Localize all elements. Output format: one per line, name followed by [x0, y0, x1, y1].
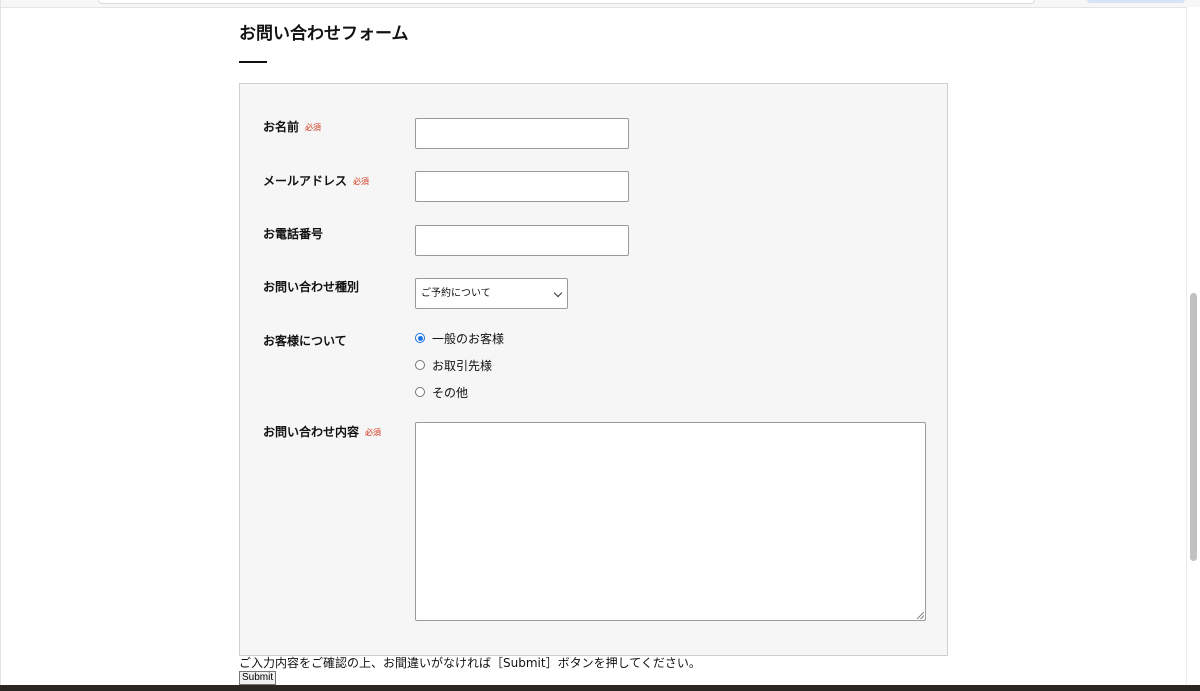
title-underline: [239, 61, 267, 63]
customer-type-label: お客様について: [263, 333, 347, 349]
bottom-bar: [0, 685, 1200, 691]
name-label-text: お名前: [263, 120, 300, 134]
message-label: お問い合わせ内容 必須: [263, 424, 381, 441]
email-label-text: メールアドレス: [263, 174, 348, 188]
inquiry-type-select[interactable]: ご予約について: [415, 278, 568, 309]
phone-label: お電話番号: [263, 226, 323, 242]
message-label-text: お問い合わせ内容: [263, 425, 360, 439]
email-input[interactable]: [415, 171, 629, 202]
chevron-down-icon: [553, 288, 563, 298]
inquiry-type-label-text: お問い合わせ種別: [263, 280, 360, 294]
top-frame: [0, 0, 1200, 8]
radio-button-checked[interactable]: [415, 333, 425, 343]
customer-type-label-text: お客様について: [263, 334, 347, 348]
required-badge: 必須: [353, 176, 370, 186]
phone-input[interactable]: [415, 225, 629, 256]
radio-option-other[interactable]: その他: [415, 383, 468, 401]
email-label: メールアドレス 必須: [263, 173, 369, 190]
vertical-scrollbar[interactable]: [1186, 7, 1200, 691]
scrollbar-thumb[interactable]: [1190, 293, 1197, 561]
radio-label-other: その他: [432, 385, 469, 400]
top-button-edge: [1087, 0, 1185, 3]
radio-button[interactable]: [415, 387, 425, 397]
left-rule: [0, 0, 1, 691]
confirmation-note: ご入力内容をご確認の上、お間違いがなければ［Submit］ボタンを押してください…: [239, 656, 701, 670]
name-label: お名前 必須: [263, 119, 321, 136]
radio-option-partner[interactable]: お取引先様: [415, 356, 492, 374]
inquiry-type-label: お問い合わせ種別: [263, 279, 359, 295]
radio-label-general: 一般のお客様: [432, 331, 505, 346]
top-field-edge: [98, 0, 1035, 4]
submit-button[interactable]: Submit: [239, 671, 277, 685]
required-badge: 必須: [305, 122, 322, 132]
inquiry-type-selected: ご予約について: [421, 288, 491, 299]
message-textarea[interactable]: [415, 422, 926, 621]
required-badge: 必須: [365, 427, 382, 437]
page-title: お問い合わせフォーム: [239, 24, 409, 44]
radio-button[interactable]: [415, 360, 425, 370]
radio-label-partner: お取引先様: [432, 358, 493, 373]
phone-label-text: お電話番号: [263, 227, 324, 241]
page: お問い合わせフォーム お名前 必須 メールアドレス 必須 お電話番号 お問い合わせ種…: [0, 0, 1200, 691]
radio-option-general[interactable]: 一般のお客様: [415, 329, 504, 347]
name-input[interactable]: [415, 118, 629, 149]
resize-handle-icon[interactable]: [917, 612, 924, 619]
